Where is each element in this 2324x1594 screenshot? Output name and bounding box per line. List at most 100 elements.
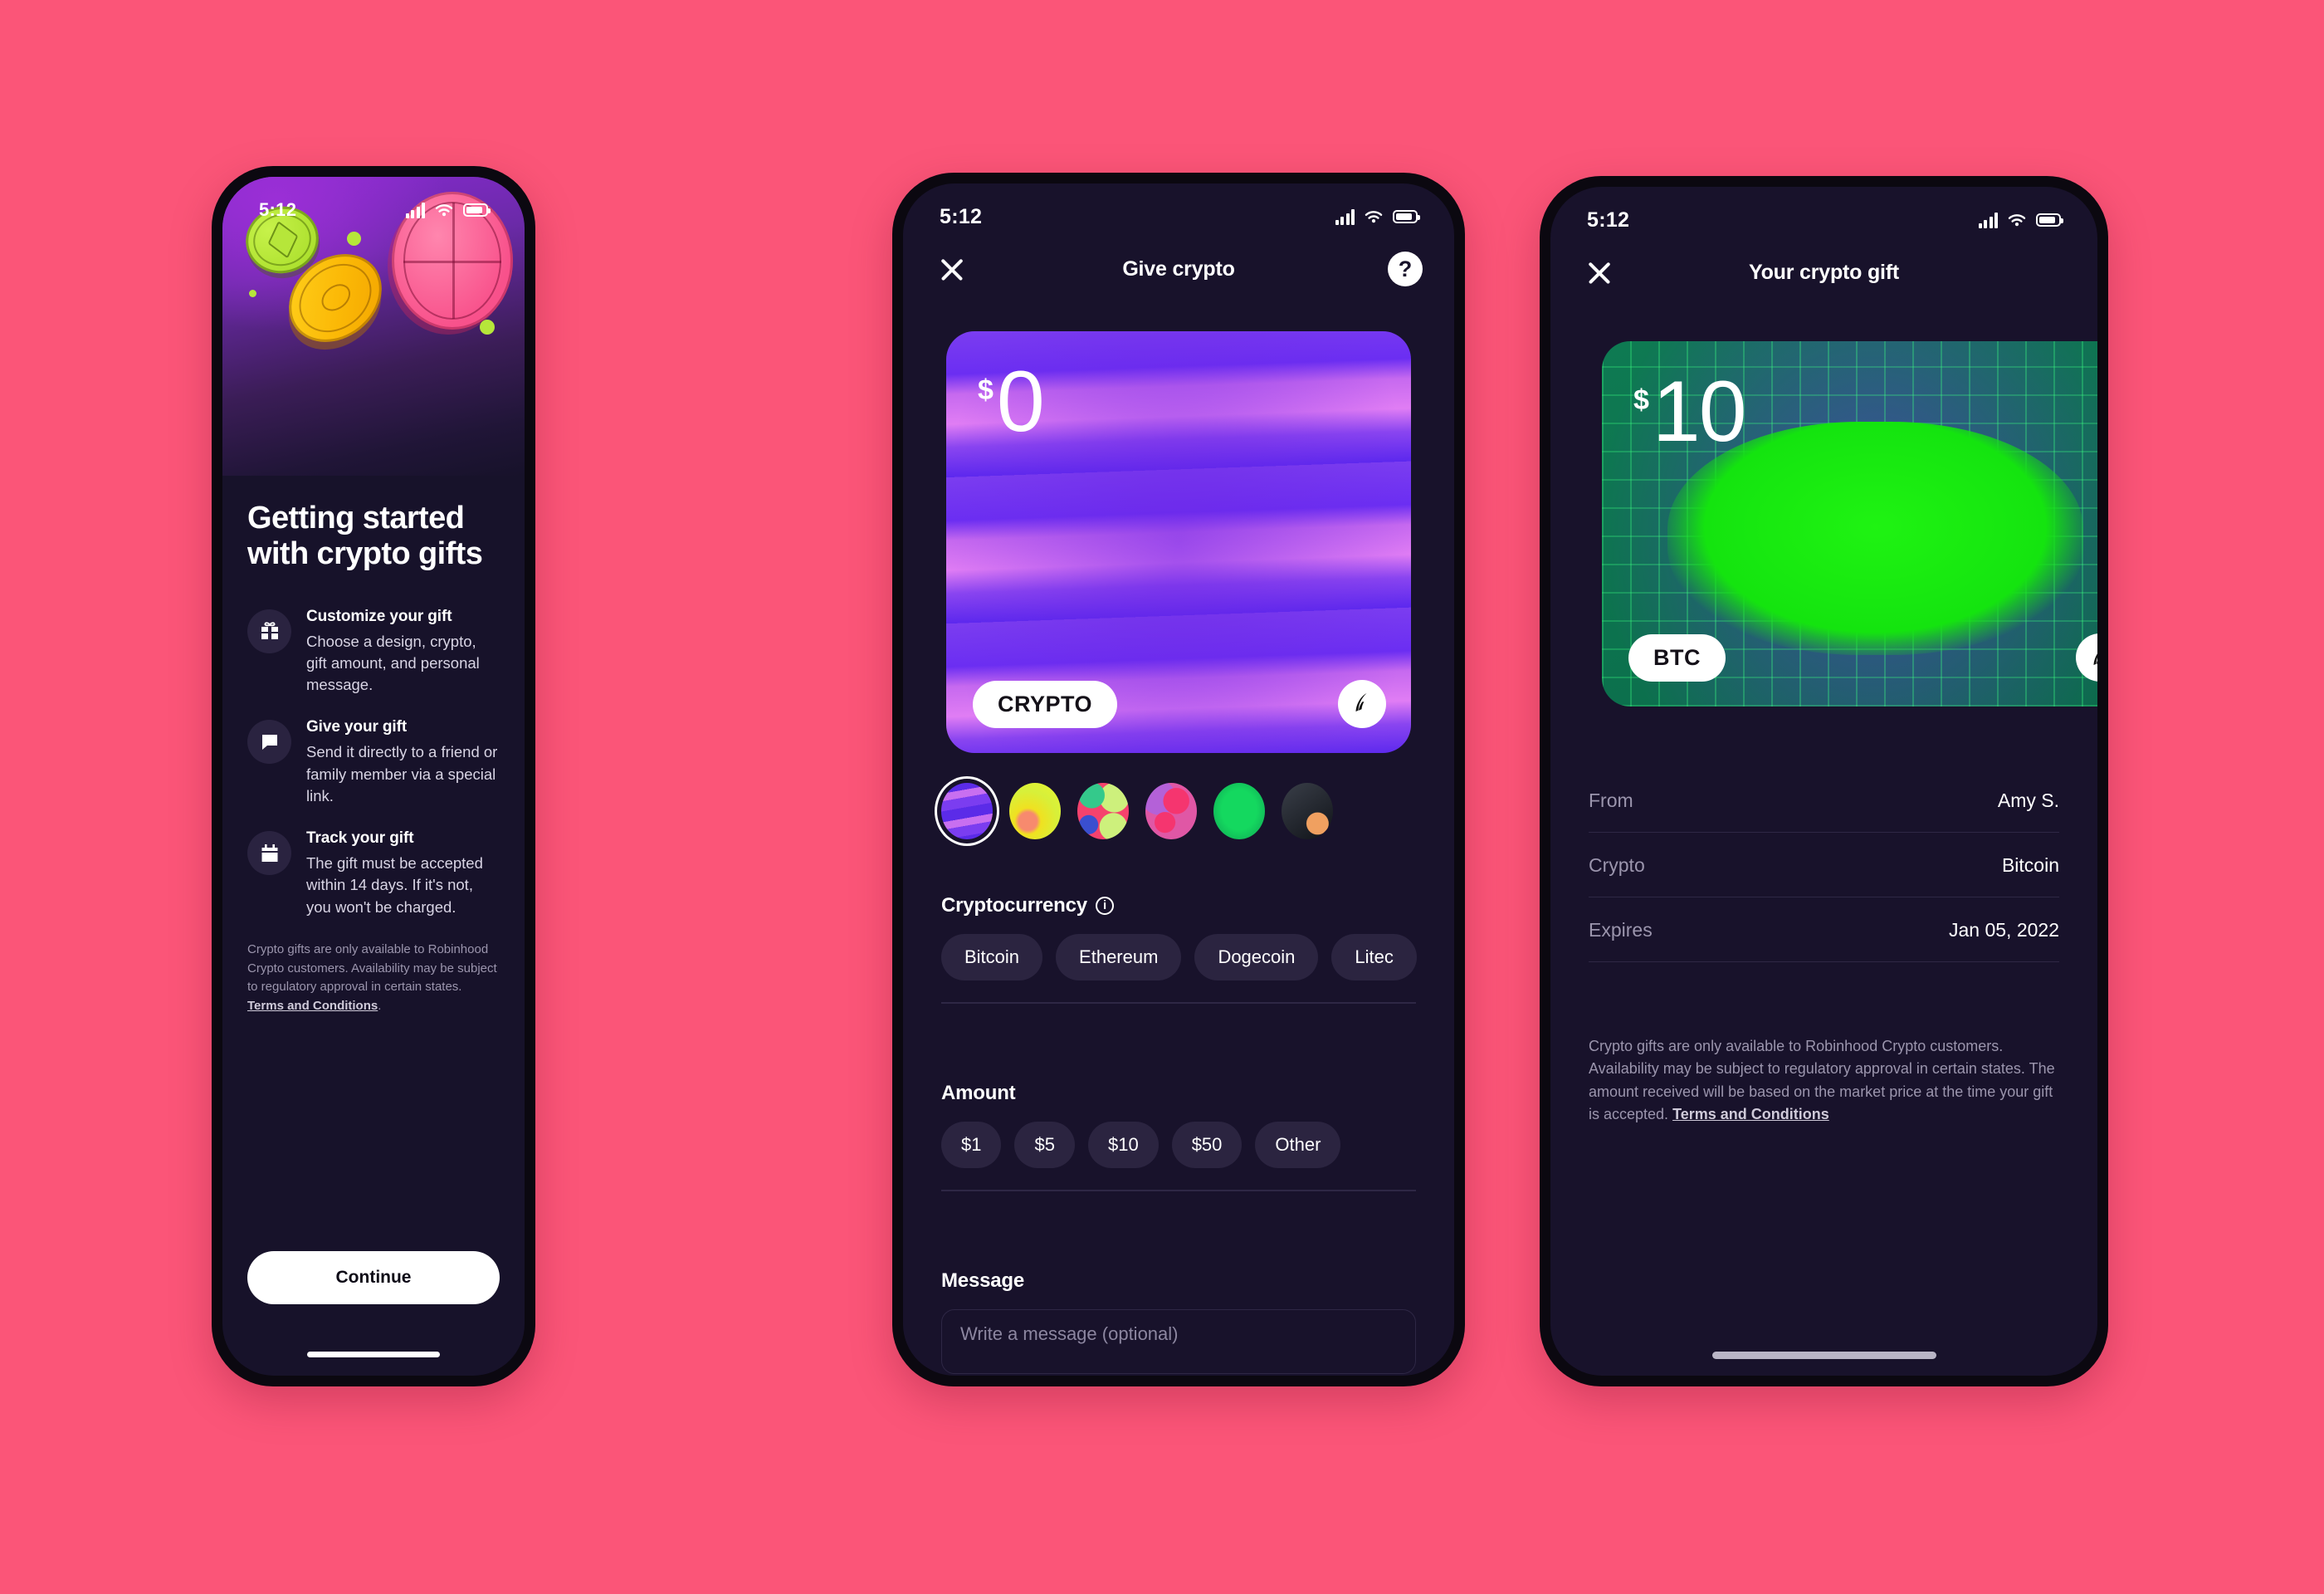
section-divider (941, 1190, 1416, 1191)
design-swatch-purple-stripes[interactable] (935, 776, 999, 846)
feature-text: Customize your gift Choose a design, cry… (306, 608, 500, 697)
status-icons (1978, 212, 2063, 228)
section-label-text: Amount (941, 1082, 1016, 1104)
feature-text: Track your gift The gift must be accepte… (306, 829, 500, 918)
crypto-chip-dogecoin[interactable]: Dogecoin (1194, 934, 1319, 980)
gift-card-preview[interactable]: $ 0 CRYPTO (946, 331, 1411, 753)
crypto-ticker-pill[interactable]: BTC (1628, 634, 1726, 682)
phone-1-onboarding: 5:12 Getting started with crypto gifts C… (212, 166, 535, 1386)
navigation-bar: Give crypto ? (903, 235, 1454, 303)
crypto-chip-ethereum[interactable]: Ethereum (1056, 934, 1182, 980)
gift-icon (247, 609, 291, 653)
amount-chip-other[interactable]: Other (1255, 1122, 1341, 1168)
robinhood-feather-icon[interactable] (1338, 680, 1386, 728)
crypto-chip-litecoin[interactable]: Litec (1331, 934, 1417, 980)
cryptocurrency-options: Bitcoin Ethereum Dogecoin Litec (941, 934, 1417, 980)
phone-2-screen: 5:12 Give crypto ? $ 0 CRYPTO Cryptocurr… (903, 183, 1454, 1376)
feature-text: Give your gift Send it directly to a fri… (306, 718, 500, 807)
gift-card-amount: $ 10 (1633, 364, 1747, 460)
wifi-icon (1364, 209, 1384, 225)
feature-title: Track your gift (306, 829, 414, 848)
amount-chip-10[interactable]: $10 (1087, 1122, 1159, 1168)
terms-and-conditions-link[interactable]: Terms and Conditions (1672, 1106, 1829, 1122)
detail-value: Amy S. (1997, 790, 2059, 811)
close-icon[interactable] (1582, 255, 1617, 290)
chat-bubble-icon (247, 720, 291, 765)
gift-card-received: $ 10 BTC (1602, 341, 2097, 707)
feature-body: The gift must be accepted within 14 days… (306, 854, 483, 916)
amount-value: 0 (996, 354, 1045, 450)
confetti-dot (347, 232, 361, 246)
detail-row-expires: Expires Jan 05, 2022 (1589, 897, 2059, 962)
disclaimer-tail: . (378, 998, 382, 1013)
amount-options: $1 $5 $10 $50 Other (941, 1122, 1416, 1168)
coin-cross-horizontal (403, 261, 501, 263)
message-label: Message (941, 1269, 1416, 1293)
detail-key: Expires (1589, 919, 1653, 941)
confetti-dot (480, 320, 495, 335)
amount-chip-50[interactable]: $50 (1171, 1122, 1243, 1168)
phone-2-give-crypto: 5:12 Give crypto ? $ 0 CRYPTO Cryptocurr… (892, 173, 1465, 1386)
cryptocurrency-section: Cryptocurrency i Bitcoin Ethereum Dogeco… (941, 894, 1417, 1004)
confetti-dot (249, 290, 256, 297)
feature-item-customize: Customize your gift Choose a design, cry… (247, 608, 500, 697)
calendar-icon (247, 831, 291, 876)
crypto-ticker-pill[interactable]: CRYPTO (973, 681, 1118, 728)
status-icons (1335, 208, 1420, 225)
wifi-icon (2007, 213, 2027, 228)
cellular-signal-icon (405, 202, 425, 218)
page-title: Give crypto (1122, 257, 1235, 281)
legal-disclaimer: Crypto gifts are only available to Robin… (247, 941, 500, 1015)
detail-key: From (1589, 790, 1633, 811)
continue-button[interactable]: Continue (247, 1251, 500, 1304)
status-bar: 5:12 (222, 177, 525, 228)
amount-value: 10 (1652, 364, 1747, 460)
help-icon[interactable]: ? (1388, 252, 1423, 286)
feature-item-track: Track your gift The gift must be accepte… (247, 829, 500, 918)
cellular-signal-icon (1978, 212, 1998, 228)
page-title: Getting started with crypto gifts (247, 501, 483, 572)
detail-value: Jan 05, 2022 (1948, 919, 2059, 941)
phone-1-content: Getting started with crypto gifts Custom… (222, 476, 525, 1376)
design-swatch-pink-purple-blob[interactable] (1145, 783, 1197, 839)
section-label-text: Message (941, 1269, 1024, 1292)
currency-symbol: $ (1633, 384, 1649, 416)
message-section: Message (941, 1269, 1416, 1376)
design-swatch-yellow-abstract[interactable] (1009, 783, 1061, 839)
detail-row-from: From Amy S. (1589, 768, 2059, 833)
message-input[interactable] (941, 1309, 1416, 1374)
legal-disclaimer: Crypto gifts are only available to Robin… (1589, 1035, 2059, 1126)
home-indicator (1711, 1352, 1936, 1359)
design-swatch-doge-photo[interactable] (1282, 783, 1333, 839)
status-time: 5:12 (940, 204, 983, 228)
amount-label: Amount (941, 1082, 1416, 1105)
feature-body: Send it directly to a friend or family m… (306, 743, 498, 804)
disclaimer-text: Crypto gifts are only available to Robin… (247, 942, 497, 995)
feature-title: Give your gift (306, 718, 408, 736)
feature-title: Customize your gift (306, 607, 452, 625)
amount-section: Amount $1 $5 $10 $50 Other (941, 1082, 1416, 1191)
amount-chip-5[interactable]: $5 (1014, 1122, 1075, 1168)
design-swatch-pink-green-shapes[interactable] (1077, 783, 1129, 839)
cryptocurrency-label: Cryptocurrency i (941, 894, 1416, 917)
feature-list: Customize your gift Choose a design, cry… (247, 608, 500, 918)
section-label-text: Cryptocurrency (941, 894, 1087, 917)
status-time: 5:12 (259, 199, 297, 220)
feature-item-give: Give your gift Send it directly to a fri… (247, 718, 500, 807)
currency-symbol: $ (978, 374, 994, 406)
info-icon[interactable]: i (1095, 897, 1114, 915)
crypto-chip-bitcoin[interactable]: Bitcoin (941, 934, 1043, 980)
phone-3-screen: 5:12 Your crypto gift $ 10 BTC From Amy … (1550, 187, 2097, 1376)
terms-and-conditions-link[interactable]: Terms and Conditions (247, 999, 378, 1013)
close-icon[interactable] (935, 252, 969, 286)
status-bar: 5:12 (1550, 187, 2097, 238)
navigation-bar: Your crypto gift (1550, 238, 2097, 306)
wifi-icon (434, 203, 454, 218)
battery-icon (2036, 213, 2063, 227)
detail-key: Crypto (1589, 854, 1645, 876)
design-swatch-green-grid[interactable] (1213, 783, 1265, 839)
battery-icon (463, 203, 491, 217)
battery-icon (1393, 210, 1420, 223)
status-bar: 5:12 (903, 183, 1454, 235)
amount-chip-1[interactable]: $1 (941, 1122, 1002, 1168)
